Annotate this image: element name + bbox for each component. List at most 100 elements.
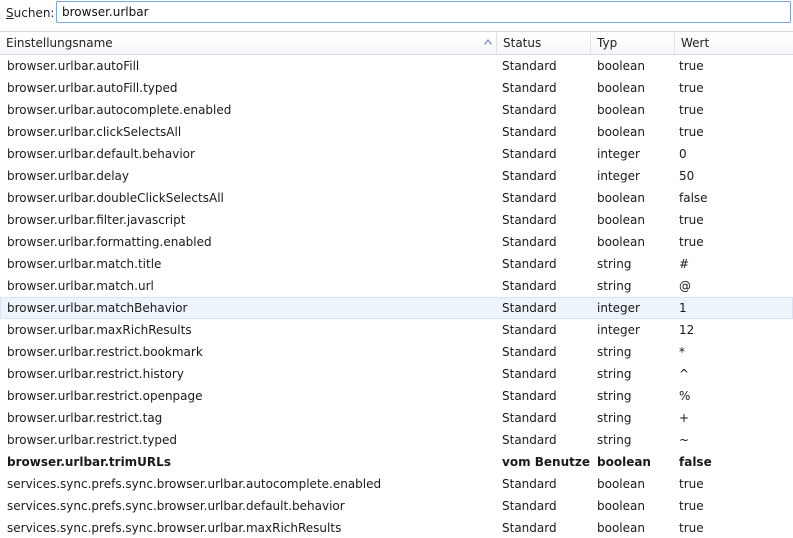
pref-value: 50 (679, 169, 695, 183)
pref-value: 0 (679, 147, 687, 161)
pref-name: browser.urlbar.formatting.enabled (7, 235, 212, 249)
pref-status: Standard (502, 125, 557, 139)
pref-type: string (597, 257, 632, 271)
pref-status: Standard (502, 147, 557, 161)
pref-value: true (679, 81, 704, 95)
table-row[interactable]: browser.urlbar.autocomplete.enabled Stand… (0, 99, 793, 121)
table-row[interactable]: browser.urlbar.autoFill Standard boolean tr… (0, 55, 793, 77)
pref-value: # (679, 257, 690, 271)
pref-value: % (679, 389, 691, 403)
table-row[interactable]: browser.urlbar.restrict.openpage Standard… (0, 385, 793, 407)
pref-value: 12 (679, 323, 695, 337)
pref-status: Standard (502, 81, 557, 95)
pref-value: false (679, 455, 712, 469)
pref-type: integer (597, 323, 640, 337)
pref-status: Standard (502, 257, 557, 271)
table-row[interactable]: browser.urlbar.restrict.history Standard s… (0, 363, 793, 385)
pref-value: true (679, 213, 704, 227)
pref-type: boolean (597, 477, 645, 491)
pref-status: Standard (502, 477, 557, 491)
pref-name: browser.urlbar.match.url (7, 279, 154, 293)
pref-value: ~ (679, 433, 690, 447)
pref-status: Standard (502, 169, 557, 183)
pref-name: browser.urlbar.matchBehavior (7, 301, 188, 315)
table-row[interactable]: browser.urlbar.filter.javascript Standard… (0, 209, 793, 231)
search-label: Suchen: (6, 6, 55, 20)
pref-type: string (597, 279, 632, 293)
pref-value: @ (679, 279, 691, 293)
table-row[interactable]: browser.urlbar.matchBehavior Standard inte… (0, 297, 793, 319)
table-row[interactable]: browser.urlbar.default.behavior Standard i… (0, 143, 793, 165)
pref-value: true (679, 499, 704, 513)
pref-type: integer (597, 169, 640, 183)
pref-status: Standard (502, 279, 557, 293)
pref-value: 1 (679, 301, 687, 315)
pref-status: Standard (502, 235, 557, 249)
pref-name: services.sync.prefs.sync.browser.urlbar.… (7, 521, 342, 535)
pref-type: boolean (597, 125, 645, 139)
table-row[interactable]: browser.urlbar.delay Standard integer 50 (0, 165, 793, 187)
pref-name: browser.urlbar.restrict.history (7, 367, 184, 381)
pref-name: browser.urlbar.doubleClickSelectsAll (7, 191, 224, 205)
pref-value: true (679, 521, 704, 535)
pref-name: browser.urlbar.autoFill.typed (7, 81, 178, 95)
table-row[interactable]: browser.urlbar.restrict.bookmark Standard… (0, 341, 793, 363)
pref-value: true (679, 477, 704, 491)
pref-name: browser.urlbar.match.title (7, 257, 162, 271)
pref-status: Standard (502, 411, 557, 425)
pref-name: browser.urlbar.trimURLs (7, 455, 171, 469)
pref-type: string (597, 433, 632, 447)
pref-name: services.sync.prefs.sync.browser.urlbar.… (7, 477, 382, 491)
pref-type: boolean (597, 213, 645, 227)
pref-value: true (679, 103, 704, 117)
pref-status: Standard (502, 59, 557, 73)
table-row[interactable]: browser.urlbar.doubleClickSelectsAll Stan… (0, 187, 793, 209)
pref-value: false (679, 191, 708, 205)
pref-status: Standard (502, 323, 557, 337)
pref-type: boolean (597, 81, 645, 95)
table-row[interactable]: browser.urlbar.clickSelectsAll Standard bo… (0, 121, 793, 143)
sort-ascending-icon (484, 39, 492, 45)
column-header-value[interactable]: Wert (675, 32, 793, 54)
search-bar: Suchen: (0, 0, 793, 28)
table-row[interactable]: browser.urlbar.restrict.tag Standard strin… (0, 407, 793, 429)
table-row[interactable]: browser.urlbar.trimURLs vom Benutze... boo… (0, 451, 793, 473)
table-row[interactable]: browser.urlbar.match.title Standard string… (0, 253, 793, 275)
pref-value: * (679, 345, 685, 359)
pref-name: browser.urlbar.restrict.bookmark (7, 345, 203, 359)
pref-name: browser.urlbar.clickSelectsAll (7, 125, 182, 139)
pref-status: vom Benutze... (502, 455, 590, 469)
column-header-type[interactable]: Typ (591, 32, 675, 54)
pref-name: browser.urlbar.autoFill (7, 59, 140, 73)
pref-status: Standard (502, 301, 557, 315)
pref-type: boolean (597, 235, 645, 249)
table-header: Einstellungsname Status Typ Wert (0, 32, 793, 55)
pref-type: string (597, 345, 632, 359)
pref-name: browser.urlbar.delay (7, 169, 130, 183)
pref-type: boolean (597, 521, 645, 535)
table-row[interactable]: browser.urlbar.restrict.typed Standard str… (0, 429, 793, 451)
pref-type: boolean (597, 59, 645, 73)
column-header-status[interactable]: Status (497, 32, 591, 54)
pref-status: Standard (502, 213, 557, 227)
table-row[interactable]: services.sync.prefs.sync.browser.urlbar.… (0, 473, 793, 495)
pref-type: string (597, 411, 632, 425)
pref-value: true (679, 235, 704, 249)
pref-name: browser.urlbar.autocomplete.enabled (7, 103, 232, 117)
pref-type: boolean (597, 191, 645, 205)
pref-name: browser.urlbar.maxRichResults (7, 323, 192, 337)
table-row[interactable]: browser.urlbar.maxRichResults Standard int… (0, 319, 793, 341)
pref-name: browser.urlbar.restrict.typed (7, 433, 178, 447)
preferences-table: Einstellungsname Status Typ Wert browser… (0, 31, 793, 538)
pref-status: Standard (502, 433, 557, 447)
pref-type: string (597, 367, 632, 381)
table-row[interactable]: browser.urlbar.autoFill.typed Standard boo… (0, 77, 793, 99)
column-header-name[interactable]: Einstellungsname (0, 32, 497, 54)
table-row[interactable]: browser.urlbar.formatting.enabled Standar… (0, 231, 793, 253)
pref-name: browser.urlbar.restrict.openpage (7, 389, 203, 403)
search-input[interactable] (56, 1, 791, 23)
table-row[interactable]: services.sync.prefs.sync.browser.urlbar.… (0, 517, 793, 538)
table-row[interactable]: browser.urlbar.match.url Standard string @ (0, 275, 793, 297)
table-row[interactable]: services.sync.prefs.sync.browser.urlbar.… (0, 495, 793, 517)
pref-status: Standard (502, 521, 557, 535)
